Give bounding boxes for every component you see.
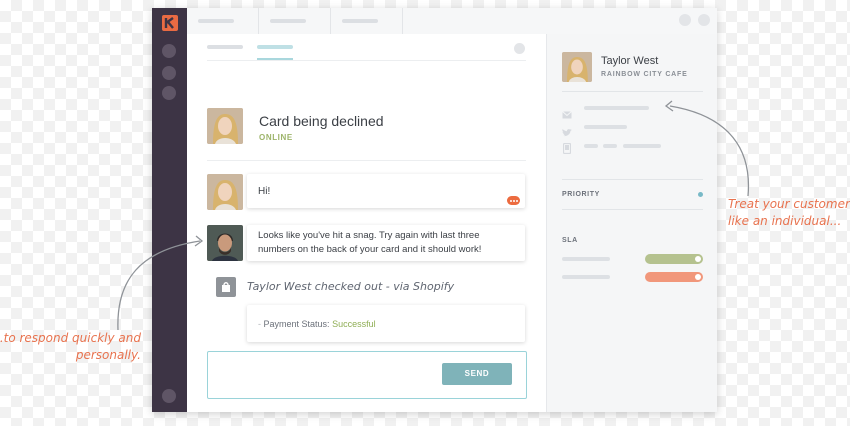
arrow-to-sidebar xyxy=(669,105,750,197)
annotation-right-line2: like an individual... xyxy=(728,214,842,228)
annotation-left-line2: personally. xyxy=(75,348,141,362)
annotation-left-line1-text: ...to respond quickly and xyxy=(0,331,141,345)
arrow-to-agent-message xyxy=(117,240,201,331)
annotation-left-line1: ...to respond quickly and xyxy=(0,330,141,347)
annotation-right-line1: Treat your customer xyxy=(728,197,850,211)
